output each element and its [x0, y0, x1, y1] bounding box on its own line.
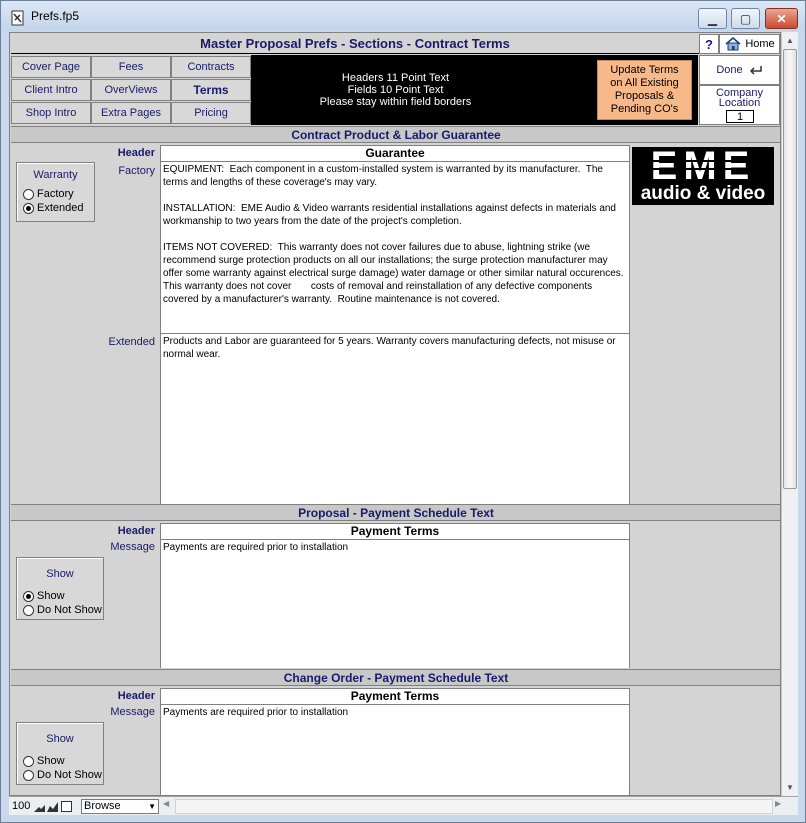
proposal-radio-show[interactable]: Show	[23, 589, 103, 603]
minimize-icon: ▁	[707, 11, 718, 26]
house-icon	[725, 37, 741, 51]
nav-cover-page[interactable]: Cover Page	[11, 56, 91, 78]
factory-label: Factory	[118, 165, 155, 177]
guarantee-header-label: Header	[117, 147, 155, 159]
co-header-label: Header	[117, 690, 155, 702]
proposal-radio-do-not-show-indicator	[23, 604, 34, 616]
scroll-thumb[interactable]	[783, 49, 797, 489]
logo-audio-video-text: audio & video	[640, 183, 766, 204]
scroll-up-icon[interactable]: ▲	[782, 32, 798, 48]
radio-extended-label: Extended	[37, 202, 84, 214]
proposal-radio-show-indicator	[23, 590, 34, 602]
co-show-radio-group: Show Show Do Not Show	[16, 722, 104, 785]
eme-logo: EME audio & video	[632, 147, 774, 205]
co-radio-do-not-show-label: Do Not Show	[37, 769, 102, 781]
proposal-show-title: Show	[46, 568, 74, 580]
close-button[interactable]: ✕	[765, 8, 798, 29]
factory-warranty-field[interactable]: EQUIPMENT: Each component in a custom-in…	[160, 162, 630, 334]
horizontal-scrollbar[interactable]	[175, 799, 773, 814]
co-radio-do-not-show-indicator	[23, 769, 34, 781]
help-button[interactable]: ?	[699, 34, 719, 54]
filemaker-app-icon	[11, 10, 24, 26]
minimize-button[interactable]: ▁	[698, 8, 727, 29]
maximize-icon: ▢	[739, 11, 752, 26]
nav-extra-pages[interactable]: Extra Pages	[91, 102, 171, 124]
nav-contracts[interactable]: Contracts	[171, 56, 251, 78]
zoom-out-icon[interactable]	[34, 801, 45, 812]
company-location-field[interactable]: 1	[726, 110, 754, 123]
co-header-field[interactable]: Payment Terms	[160, 688, 630, 705]
scroll-left-icon[interactable]: ◀	[163, 799, 175, 814]
vertical-scrollbar[interactable]: ▲ ▼	[781, 32, 798, 796]
extended-label: Extended	[108, 336, 155, 348]
return-arrow-icon	[749, 66, 762, 75]
radio-factory[interactable]: Factory	[23, 187, 94, 201]
info-panel: Headers 11 Point Text Fields 10 Point Te…	[251, 55, 698, 125]
scroll-right-icon[interactable]: ▶	[775, 799, 787, 814]
status-area-toggle-icon[interactable]	[61, 801, 72, 812]
nav-terms[interactable]: Terms	[171, 79, 251, 101]
mode-select-value: Browse	[84, 800, 121, 812]
co-radio-show-label: Show	[37, 755, 65, 767]
mode-select[interactable]: Browse ▼	[81, 799, 159, 814]
update-line-4: Pending CO's	[610, 103, 679, 115]
chevron-down-icon: ▼	[148, 802, 156, 811]
update-terms-button[interactable]: Update Terms on All Existing Proposals &…	[597, 60, 692, 120]
home-label: Home	[745, 38, 775, 50]
info-line-2: Fields 10 Point Text	[347, 84, 444, 96]
nav-client-intro[interactable]: Client Intro	[11, 79, 91, 101]
zoom-level[interactable]: 100	[12, 800, 30, 812]
guarantee-header-field[interactable]: Guarantee	[160, 145, 630, 162]
home-button[interactable]: Home	[719, 34, 780, 54]
section-header-change-order: Change Order - Payment Schedule Text	[11, 669, 780, 686]
radio-extended[interactable]: Extended	[23, 201, 94, 215]
status-bar: 100 Browse ▼ ◀ ▶	[9, 796, 798, 815]
update-line-1: Update Terms	[610, 64, 679, 76]
page-title: Master Proposal Prefs - Sections - Contr…	[11, 34, 699, 54]
zoom-in-icon[interactable]	[47, 801, 58, 812]
location-label: Location	[718, 97, 761, 109]
maximize-button[interactable]: ▢	[731, 8, 760, 29]
co-radio-do-not-show[interactable]: Do Not Show	[23, 768, 103, 782]
window-title: Prefs.fp5	[31, 9, 80, 23]
title-bar[interactable]: Prefs.fp5 ▁ ▢ ✕	[1, 1, 805, 31]
proposal-message-label: Message	[110, 541, 155, 553]
nav-fees[interactable]: Fees	[91, 56, 171, 78]
radio-factory-indicator	[23, 188, 34, 200]
warranty-radio-group: Warranty Factory Extended	[16, 162, 95, 222]
co-radio-show-indicator	[23, 755, 34, 767]
update-line-3: Proposals &	[614, 90, 675, 102]
section-header-proposal: Proposal - Payment Schedule Text	[11, 504, 780, 521]
proposal-message-field[interactable]: Payments are required prior to installat…	[160, 540, 630, 668]
radio-extended-indicator	[23, 202, 34, 214]
done-button[interactable]: Done	[699, 55, 780, 85]
update-line-2: on All Existing	[610, 77, 679, 89]
company-location: Company Location 1	[699, 85, 780, 125]
section-header-guarantee: Contract Product & Labor Guarantee	[11, 126, 780, 143]
proposal-show-radio-group: Show Show Do Not Show	[16, 557, 104, 620]
warranty-group-title: Warranty	[33, 169, 78, 181]
done-label: Done	[716, 64, 743, 76]
close-icon: ✕	[776, 11, 787, 26]
info-line-3: Please stay within field borders	[319, 96, 472, 108]
proposal-radio-do-not-show[interactable]: Do Not Show	[23, 603, 103, 617]
co-radio-show[interactable]: Show	[23, 754, 103, 768]
proposal-radio-show-label: Show	[37, 590, 65, 602]
co-message-field[interactable]: Payments are required prior to installat…	[160, 705, 630, 795]
layout-area: Master Proposal Prefs - Sections - Contr…	[9, 32, 781, 796]
scroll-down-icon[interactable]: ▼	[782, 779, 798, 795]
co-show-title: Show	[46, 733, 74, 745]
extended-warranty-field[interactable]: Products and Labor are guaranteed for 5 …	[160, 334, 630, 504]
logo-stripes	[632, 160, 774, 170]
proposal-radio-do-not-show-label: Do Not Show	[37, 604, 102, 616]
format-instructions: Headers 11 Point Text Fields 10 Point Te…	[251, 72, 540, 108]
proposal-header-field[interactable]: Payment Terms	[160, 523, 630, 540]
nav-overviews[interactable]: OverViews	[91, 79, 171, 101]
proposal-header-label: Header	[117, 525, 155, 537]
nav-shop-intro[interactable]: Shop Intro	[11, 102, 91, 124]
radio-factory-label: Factory	[37, 188, 74, 200]
nav-pricing[interactable]: Pricing	[171, 102, 251, 124]
info-line-1: Headers 11 Point Text	[341, 72, 450, 84]
co-message-label: Message	[110, 706, 155, 718]
